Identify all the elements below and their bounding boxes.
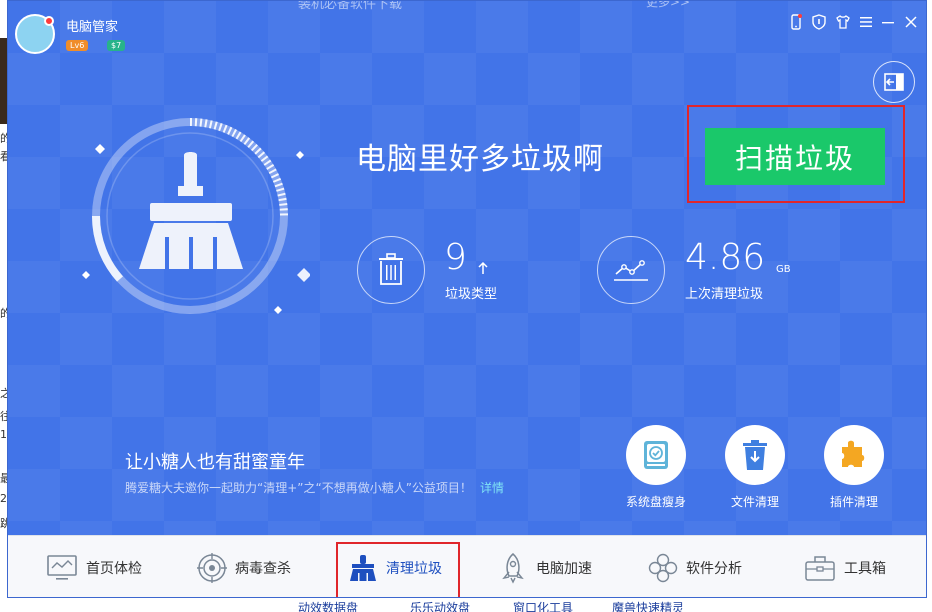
junk-types-label: 垃圾类型 [445, 287, 498, 302]
tool-file-clean[interactable]: 文件清理 [710, 425, 800, 510]
flower-icon [648, 553, 678, 583]
nav-highlight-frame [336, 542, 460, 597]
background-char: 1 [0, 428, 7, 441]
target-icon [197, 553, 227, 583]
background-more-link: 更多>> [646, 0, 691, 9]
vip-badge[interactable]: $7 [107, 40, 126, 51]
collapse-panel-button[interactable] [873, 61, 915, 103]
nav-speed-up[interactable]: 电脑加速 [498, 536, 592, 597]
nav-label: 首页体检 [86, 561, 142, 577]
clean-gauge-icon [82, 118, 310, 314]
app-window: 装机必备软件下载 更多>> 电脑管家 Lv6 $7 电脑里好多垃圾啊 扫描垃圾 … [7, 0, 927, 598]
background-header: 装机必备软件下载 [298, 0, 403, 12]
background-link[interactable]: 动效数据盘 [298, 599, 358, 612]
phone-icon[interactable] [787, 13, 805, 31]
tool-label: 文件清理 [730, 495, 779, 509]
last-cleaned-unit: GB [776, 264, 791, 275]
rocket-icon [502, 553, 524, 584]
level-badge[interactable]: Lv6 [66, 40, 89, 51]
nav-home-check[interactable]: 首页体检 [46, 536, 142, 597]
bottom-navbar: 首页体检 病毒查杀 清理垃圾 电脑加速 软件分析 工具箱 [8, 535, 926, 597]
trend-chart-icon [597, 236, 665, 304]
tool-plugin-clean[interactable]: 插件清理 [809, 425, 899, 510]
disk-check-icon [644, 441, 668, 469]
panel-exit-icon [884, 73, 904, 91]
close-icon[interactable] [902, 13, 920, 31]
promo-details-link[interactable]: 详情 [480, 481, 504, 495]
nav-label: 软件分析 [686, 561, 742, 577]
trash-stat-icon [357, 236, 425, 304]
background-link[interactable]: 乐乐动效盘 [410, 599, 470, 612]
menu-icon[interactable] [857, 13, 875, 31]
minimize-icon[interactable] [879, 13, 897, 31]
app-title: 电脑管家 [66, 20, 119, 35]
nav-label: 病毒查杀 [235, 561, 291, 577]
headline: 电脑里好多垃圾啊 [356, 142, 604, 177]
puzzle-icon [842, 440, 865, 467]
nav-label: 电脑加速 [536, 561, 592, 577]
background-char: 2 [0, 492, 7, 505]
junk-types-value: 9 [444, 237, 467, 278]
tool-label: 插件清理 [829, 495, 878, 509]
screen: 的 看 的 之 往 1 最 2 跳 动效数据盘 乐乐动效盘 窗口化工具 魔兽快速… [0, 0, 932, 612]
scan-junk-button[interactable]: 扫描垃圾 [705, 128, 885, 185]
nav-virus-scan[interactable]: 病毒查杀 [197, 536, 291, 597]
tool-system-disk-slim[interactable]: 系统盘瘦身 [611, 425, 701, 510]
nav-software-analysis[interactable]: 软件分析 [648, 536, 742, 597]
toolbox-icon [805, 556, 835, 581]
nav-toolbox[interactable]: 工具箱 [804, 536, 886, 597]
last-cleaned-value: 4.86 [685, 237, 766, 278]
arrow-up-icon [478, 261, 488, 274]
promo-subtitle-text: 腾爱糖大夫邀你一起助力“清理+”之“不想再做小糖人”公益项目！ [125, 481, 472, 495]
last-cleaned-label: 上次清理垃圾 [685, 287, 764, 302]
tool-label: 系统盘瘦身 [625, 495, 686, 509]
promo-title: 让小糖人也有甜蜜童年 [125, 452, 305, 473]
background-link[interactable]: 窗口化工具 [513, 599, 573, 612]
promo-subtitle: 腾爱糖大夫邀你一起助力“清理+”之“不想再做小糖人”公益项目！ 详情 [125, 479, 504, 496]
shield-icon[interactable] [810, 13, 828, 31]
background-thumbnail [0, 38, 7, 124]
nav-label: 工具箱 [844, 561, 886, 577]
notification-dot [44, 16, 54, 26]
shirt-icon[interactable] [834, 13, 852, 31]
background-link[interactable]: 魔兽快速精灵 [612, 599, 684, 612]
file-trash-icon [743, 440, 767, 470]
monitor-icon [47, 555, 77, 580]
